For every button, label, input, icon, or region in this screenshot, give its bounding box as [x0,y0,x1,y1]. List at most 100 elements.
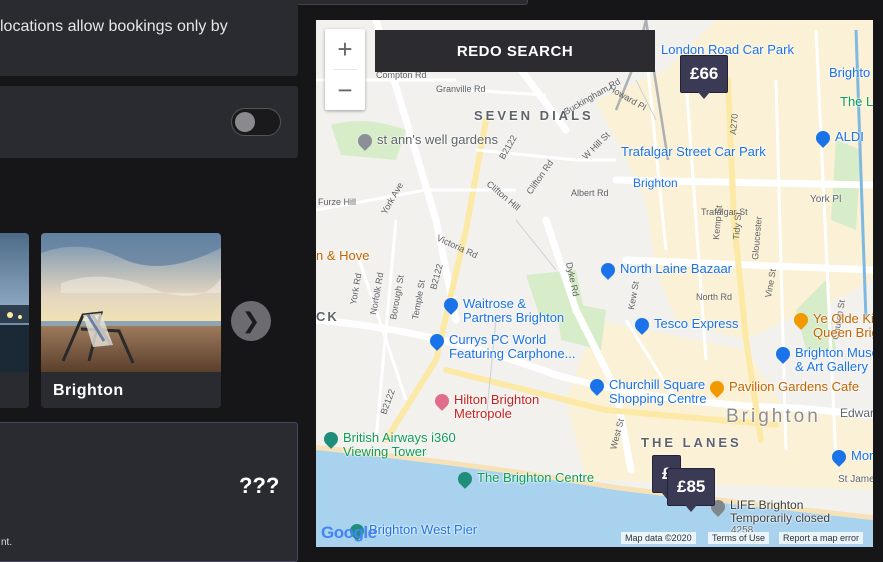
place-label-text: York Pl [810,194,842,205]
carousel-next-button[interactable]: ❯ [231,301,271,341]
place-label-north-laine[interactable]: North Laine Bazaar [598,260,733,280]
place-label-text: SEVEN DIALS [474,108,594,123]
destination-photo [0,233,29,372]
place-label-text: The Brighton Centre [477,470,595,485]
place-label-pavilion-cafe[interactable]: Pavilion Gardens Cafe [707,378,860,398]
place-label-york-pl[interactable]: York Pl [810,194,842,206]
place-label-text: Currys PC World Featuring Carphone... [449,332,576,361]
place-label-aldi[interactable]: ALDI [813,128,864,148]
destination-card-previous[interactable] [0,233,29,408]
place-label-museum[interactable]: Brighton Museum & Art Gallery [773,344,873,374]
map-data-attribution: Map data ©2020 [621,532,696,544]
place-label-text: Brighto [829,65,871,80]
map-view[interactable]: Dyke Rd West St Victoria Rd Clifton Hill… [316,20,873,547]
poi-marker-icon [432,391,452,411]
place-label-text: St James' [838,474,873,485]
place-label-st-james[interactable]: St James' [838,474,873,486]
poi-marker-icon [587,376,607,396]
poi-marker-icon [632,315,652,335]
poi-marker-icon [455,469,475,489]
booking-notice-panel: locations allow bookings only by [0,0,298,76]
street-label-a270: A270 [728,113,740,135]
street-label-albert-rd: Albert Rd [571,188,609,198]
place-label-text: st ann's well gardens [377,132,498,147]
place-label-st-anns[interactable]: st ann's well gardens [355,131,498,151]
place-label-text: Trafalgar Street Car Park [621,144,766,159]
street-label-furze-hill: Furze Hill [318,197,356,207]
place-label-edward[interactable]: Edwar [840,407,873,420]
place-label-text: Brighton Museum & Art Gallery [795,345,873,374]
street-label-north-rd: North Rd [696,292,732,302]
place-label-ck[interactable]: CK [316,310,339,324]
booking-notice-text: locations allow bookings only by [0,18,228,35]
place-label-seven-dials[interactable]: SEVEN DIALS [474,109,594,123]
place-label-text: Waitrose & Partners Brighton [463,296,565,325]
filter-toggle[interactable] [231,108,281,136]
poi-marker-icon [829,447,849,467]
place-label-hilton[interactable]: Hilton Brighton Metropole [432,391,540,421]
zoom-in-button[interactable]: + [325,29,365,69]
place-label-brighton-big[interactable]: Brighton [726,407,821,427]
place-label-text: n & Hove [316,248,370,263]
place-label-morris[interactable]: Morris [829,447,873,467]
place-label-brighton-top[interactable]: Brighto [829,66,870,80]
place-label-text: Ye Olde King Queen Brigh [813,311,873,340]
google-logo: Google [321,523,377,542]
place-label-text: Pavilion Gardens Cafe [729,379,860,394]
poi-marker-icon [441,295,461,315]
place-label-text: LIFE Brighton Temporarily closed [730,498,831,525]
place-label-ba-i360[interactable]: British Airways i360 Viewing Tower [321,429,456,459]
place-label-text: Churchill Square Shopping Centre [609,377,707,406]
price-value: ??? [239,473,280,498]
map-canvas[interactable]: Dyke Rd West St Victoria Rd Clifton Hill… [316,20,873,547]
place-label-waitrose[interactable]: Waitrose & Partners Brighton [441,295,565,325]
place-label-text: Brighton [726,406,821,427]
place-label-tesco[interactable]: Tesco Express [632,315,739,335]
poi-marker-icon [813,128,833,148]
place-label-brighton-station[interactable]: Brighton [633,177,678,190]
poi-marker-icon [791,310,811,330]
place-label-trafalgar-park[interactable]: Trafalgar Street Car Park [621,145,766,159]
place-label-text: ALDI [835,129,864,144]
street-label-granville-rd: Granville Rd [436,84,486,94]
price-pin[interactable]: £85 [667,468,716,512]
poi-marker-icon [427,331,447,351]
poi-marker-icon [355,131,375,151]
terms-of-use-link[interactable]: Terms of Use [708,532,770,544]
place-label-text: Brighton West Pier [369,522,478,537]
poi-marker-icon [773,344,793,364]
place-label-text: North Laine Bazaar [620,261,733,276]
place-label-currys[interactable]: Currys PC World Featuring Carphone... [427,331,576,361]
place-label-the-lanes[interactable]: THE LANES [641,436,742,450]
place-label-text: Tesco Express [654,316,739,331]
poi-marker-icon [707,378,727,398]
toggle-panel [0,86,298,158]
place-label-hove[interactable]: n & Hove [316,249,369,263]
destination-photo [41,233,221,372]
redo-search-button[interactable]: REDO SEARCH [375,30,655,72]
place-label-text: Morris [851,448,873,463]
poi-marker-icon [321,429,341,449]
zoom-out-button[interactable]: − [325,70,365,110]
destination-name: Brighton [53,382,124,399]
place-label-text: Brighton [633,176,678,190]
listing-price-panel[interactable]: ??? nt. [0,422,298,562]
place-label-brighton-centre[interactable]: The Brighton Centre [455,469,595,489]
place-label-text: Edwar [840,406,873,420]
place-label-text: CK [316,309,339,324]
place-label-text: Hilton Brighton Metropole [454,392,540,421]
report-map-error-link[interactable]: Report a map error [779,532,864,544]
place-label-text: The L [840,94,873,109]
destination-card-brighton[interactable]: Brighton [41,233,221,408]
place-label-ye-olde[interactable]: Ye Olde King Queen Brigh [791,310,873,340]
zoom-control: + − [325,29,365,110]
place-label-life-brighton[interactable]: LIFE Brighton Temporarily closed [708,497,831,525]
place-label-the-l[interactable]: The L [840,95,873,109]
price-pin[interactable]: £66 [680,55,729,99]
poi-marker-icon [598,260,618,280]
place-label-churchill[interactable]: Churchill Square Shopping Centre [587,376,707,406]
price-footnote: nt. [1,537,13,548]
place-label-text: THE LANES [641,435,742,450]
place-label-text: British Airways i360 Viewing Tower [343,430,456,459]
toggle-knob [235,112,255,132]
